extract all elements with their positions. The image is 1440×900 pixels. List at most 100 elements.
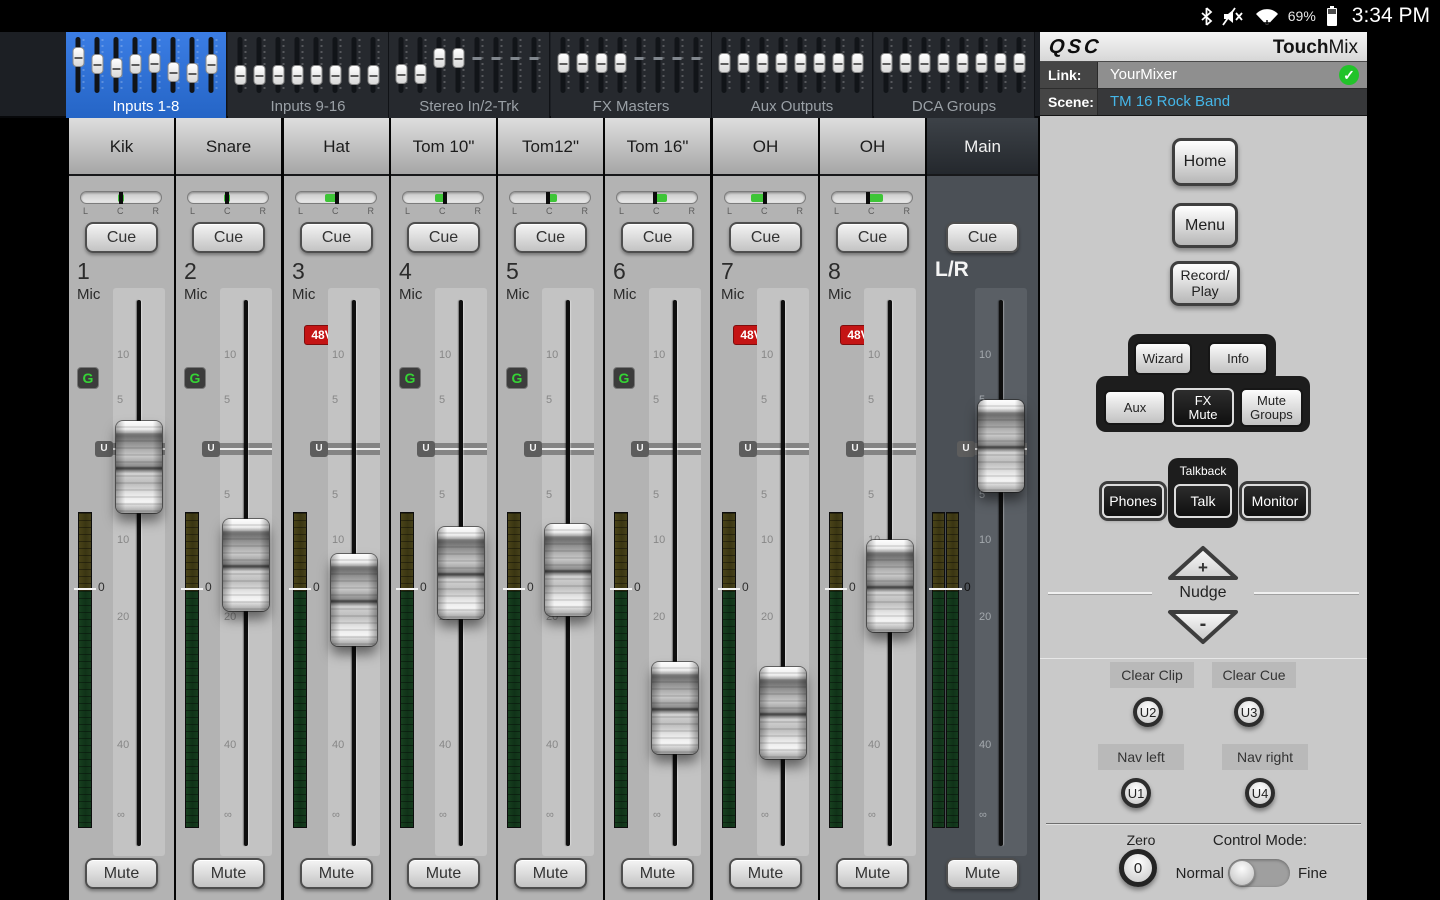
mini-fader <box>311 37 325 93</box>
cue-button[interactable]: Cue <box>729 222 802 253</box>
scene-value[interactable]: TM 16 Rock Band <box>1110 89 1230 115</box>
pan-slider[interactable] <box>616 191 698 204</box>
clear-cue-button[interactable]: Clear Cue <box>1212 662 1296 688</box>
pan-slider[interactable] <box>295 191 377 204</box>
channel-input-type: Mic <box>721 286 744 303</box>
phones-button[interactable]: Phones <box>1102 484 1164 518</box>
mute-button[interactable]: Mute <box>514 858 587 889</box>
meter-zero-tick <box>718 588 740 590</box>
aux-button[interactable]: Aux <box>1104 390 1166 425</box>
bank-tab[interactable]: Inputs 1-8 <box>66 32 227 118</box>
fader-handle[interactable] <box>116 421 162 513</box>
channel-name[interactable]: Kik <box>69 118 174 176</box>
clear-clip-button[interactable]: Clear Clip <box>1110 662 1194 688</box>
bank-tab[interactable]: Inputs 9-16 <box>228 32 389 118</box>
bank-tab-faders <box>558 37 705 93</box>
unity-tag: U <box>957 441 975 457</box>
nav-right-button[interactable]: Nav right <box>1222 744 1308 770</box>
fader-handle[interactable] <box>331 554 377 646</box>
nudge-down-button[interactable]: - <box>1166 608 1240 646</box>
menu-button[interactable]: Menu <box>1172 203 1238 248</box>
fader-handle[interactable] <box>545 524 591 616</box>
channel-name[interactable]: Snare <box>176 118 281 176</box>
record-play-button[interactable]: Record/Play <box>1170 261 1240 306</box>
zero-button[interactable]: 0 <box>1119 849 1157 887</box>
cue-button[interactable]: Cue <box>946 222 1019 253</box>
fader-scale-label: 5 <box>546 489 552 501</box>
channel-number: 4 <box>399 258 412 285</box>
channel-input-type: Mic <box>292 286 315 303</box>
fader-handle[interactable] <box>438 527 484 619</box>
pan-slider[interactable] <box>724 191 806 204</box>
bank-tab-label: Inputs 1-8 <box>66 98 226 115</box>
cue-button[interactable]: Cue <box>836 222 909 253</box>
fader-handle[interactable] <box>652 662 698 754</box>
bank-tab[interactable]: FX Masters <box>551 32 712 118</box>
channel-name[interactable]: Tom 16" <box>605 118 710 176</box>
nudge-up-button[interactable]: + <box>1166 544 1240 582</box>
channel-name[interactable]: OH <box>820 118 925 176</box>
fader-handle[interactable] <box>760 667 806 759</box>
channel-name[interactable]: OH <box>713 118 818 176</box>
monitor-button[interactable]: Monitor <box>1242 484 1308 518</box>
mute-button[interactable]: Mute <box>407 858 480 889</box>
user-button-u2[interactable]: U2 <box>1133 697 1163 727</box>
mute-button[interactable]: Mute <box>836 858 909 889</box>
mute-button[interactable]: Mute <box>946 858 1019 889</box>
mute-button[interactable]: Mute <box>85 858 158 889</box>
bank-tab-faders <box>719 37 866 93</box>
pan-slider[interactable] <box>80 191 162 204</box>
nav-left-button[interactable]: Nav left <box>1098 744 1184 770</box>
fader-scale-label: 5 <box>868 394 874 406</box>
bank-tab[interactable]: Stereo In/2-Trk <box>389 32 550 118</box>
user-button-u4[interactable]: U4 <box>1245 778 1275 808</box>
talk-button[interactable]: Talk <box>1174 484 1232 518</box>
pan-slider[interactable] <box>509 191 591 204</box>
mini-fader <box>491 37 505 93</box>
fader-scale-label: 10 <box>224 349 236 361</box>
control-mode-toggle[interactable] <box>1228 859 1290 887</box>
bank-tab[interactable]: DCA Groups <box>874 32 1035 118</box>
mute-button[interactable]: Mute <box>729 858 802 889</box>
fader-handle[interactable] <box>978 400 1024 492</box>
channel-number: 5 <box>506 258 519 285</box>
cue-button[interactable]: Cue <box>85 222 158 253</box>
cue-button[interactable]: Cue <box>407 222 480 253</box>
channel-name[interactable]: Tom 10" <box>391 118 496 176</box>
channel-name[interactable]: Tom12" <box>498 118 603 176</box>
info-button[interactable]: Info <box>1208 342 1268 375</box>
mute-vibrate-icon <box>1222 7 1246 26</box>
user-button-u3[interactable]: U3 <box>1234 697 1264 727</box>
cue-button[interactable]: Cue <box>192 222 265 253</box>
fader-scale-label: 10 <box>332 534 344 546</box>
mute-button[interactable]: Mute <box>621 858 694 889</box>
bank-tab[interactable]: Aux Outputs <box>712 32 873 118</box>
touchmix-screen: 69% 3:34 PM Inputs 1-8 Inputs 9-16 Stere… <box>0 0 1440 900</box>
fader-handle[interactable] <box>223 519 269 611</box>
pan-slider[interactable] <box>402 191 484 204</box>
mute-button[interactable]: Mute <box>300 858 373 889</box>
home-button[interactable]: Home <box>1172 138 1238 186</box>
mini-fader <box>919 37 933 93</box>
pan-slider[interactable] <box>831 191 913 204</box>
fader-track <box>137 300 141 846</box>
meter-zero-tick <box>610 588 632 590</box>
fader-scale-label: ∞ <box>979 809 987 821</box>
cue-button[interactable]: Cue <box>621 222 694 253</box>
pan-slider[interactable] <box>187 191 269 204</box>
cue-button[interactable]: Cue <box>514 222 587 253</box>
fader-scale-label: 5 <box>653 489 659 501</box>
meter-zero-label: 0 <box>313 580 320 594</box>
mute-button[interactable]: Mute <box>192 858 265 889</box>
channel-name[interactable]: Hat <box>284 118 389 176</box>
mini-fader <box>415 37 429 93</box>
user-button-u1[interactable]: U1 <box>1121 778 1151 808</box>
wizard-button[interactable]: Wizard <box>1134 342 1192 375</box>
fx-mute-button[interactable]: FXMute <box>1172 388 1234 427</box>
channel-strip: Tom 10" LCR Cue 4 Mic G 1055102040∞ U 0 … <box>391 118 496 900</box>
mute-groups-button[interactable]: MuteGroups <box>1240 388 1303 427</box>
fader-handle[interactable] <box>867 540 913 632</box>
main-bus-label: L/R <box>935 258 969 282</box>
main-strip-name[interactable]: Main <box>927 118 1038 176</box>
cue-button[interactable]: Cue <box>300 222 373 253</box>
